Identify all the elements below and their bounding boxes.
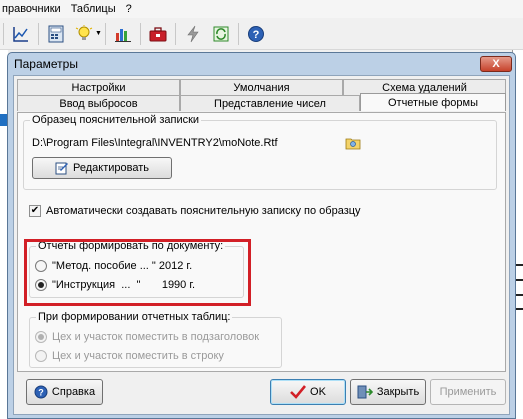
- menu-help[interactable]: ?: [124, 3, 134, 15]
- ok-button[interactable]: OK: [270, 379, 346, 405]
- toolbar: ▼ ?: [0, 18, 523, 50]
- toolbar-separator: [139, 22, 141, 45]
- bar-chart-icon[interactable]: [112, 23, 134, 45]
- auto-create-checkbox[interactable]: ✔: [29, 205, 41, 217]
- help-button-label: Справка: [51, 386, 96, 398]
- menu-directories[interactable]: правочники: [0, 3, 63, 15]
- tab-number-format[interactable]: Представление чисел: [180, 95, 360, 111]
- menu-tables[interactable]: Таблицы: [69, 3, 118, 15]
- svg-text:?: ?: [38, 388, 44, 398]
- checkmark-icon: [290, 385, 307, 399]
- chevron-down-icon[interactable]: ▼: [95, 30, 102, 37]
- close-icon[interactable]: X: [480, 56, 512, 72]
- tab-report-forms[interactable]: Отчетные формы: [360, 93, 506, 111]
- report-forms-panel: Образец пояснительной записки D:\Program…: [17, 112, 506, 372]
- auto-create-checkbox-row[interactable]: ✔ Автоматически создавать пояснительную …: [29, 205, 361, 217]
- toolbox-icon[interactable]: [147, 23, 169, 45]
- toolbar-separator: [104, 22, 106, 45]
- radio-subheader-label: Цех и участок поместить в подзаголовок: [52, 331, 260, 343]
- sample-note-group-title: Образец пояснительной записки: [30, 114, 202, 126]
- radio-row-placement-label: Цех и участок поместить в строку: [52, 350, 224, 362]
- tab-emissions-input[interactable]: Ввод выбросов: [17, 95, 180, 111]
- calculator-icon[interactable]: [45, 23, 67, 45]
- help-icon[interactable]: ?: [245, 23, 267, 45]
- svg-text:?: ?: [253, 29, 260, 41]
- tab-row-front: Ввод выбросов Представление чисел Отчетн…: [17, 93, 506, 111]
- sample-path-field[interactable]: D:\Program Files\Integral\INVENTRY2\moNo…: [30, 135, 360, 151]
- refresh-icon[interactable]: [210, 23, 232, 45]
- toolbar-separator: [237, 22, 239, 45]
- help-button[interactable]: ? Справка: [26, 379, 103, 405]
- menubar: правочники Таблицы ?: [0, 0, 523, 18]
- apply-button-label: Применить: [439, 386, 497, 398]
- edit-button-label: Редактировать: [73, 162, 149, 174]
- dialog-client: Настройки Умолчания Схема удалений Ввод …: [13, 75, 510, 415]
- chart-line-icon[interactable]: [10, 23, 32, 45]
- apply-button[interactable]: Применить: [430, 379, 506, 405]
- close-button-label: Закрыть: [376, 386, 420, 398]
- parameters-dialog: Параметры X Настройки Умолчания Схема уд…: [7, 52, 516, 419]
- highlight-frame: [24, 239, 251, 306]
- toolbar-separator: [174, 22, 176, 45]
- browse-folder-icon[interactable]: [345, 136, 361, 150]
- auto-create-label: Автоматически создавать пояснительную за…: [46, 205, 361, 217]
- exit-door-icon: [357, 385, 373, 399]
- radio-subheader[interactable]: [35, 331, 47, 343]
- background-mark: [515, 279, 523, 281]
- edit-button[interactable]: Редактировать: [32, 157, 172, 179]
- lightning-icon[interactable]: [182, 23, 204, 45]
- report-tables-group: При формировании отчетных таблиц: Цех и …: [29, 311, 282, 368]
- radio-row-placement-row[interactable]: Цех и участок поместить в строку: [35, 350, 224, 362]
- toolbar-separator: [38, 22, 39, 45]
- close-button[interactable]: Закрыть: [350, 379, 426, 405]
- edit-icon: [55, 162, 68, 175]
- background-mark: [515, 308, 523, 310]
- help-icon: ?: [34, 385, 48, 399]
- ok-button-label: OK: [310, 386, 326, 398]
- background-mark: [515, 294, 523, 296]
- lightbulb-icon[interactable]: [73, 23, 95, 45]
- radio-row-placement[interactable]: [35, 350, 47, 362]
- dialog-title: Параметры: [14, 57, 78, 71]
- toolbar-separator: [3, 22, 4, 45]
- report-tables-group-title: При формировании отчетных таблиц:: [36, 311, 233, 323]
- radio-subheader-row[interactable]: Цех и участок поместить в подзаголовок: [35, 331, 259, 343]
- dialog-titlebar[interactable]: Параметры: [8, 53, 515, 75]
- sample-note-group: Образец пояснительной записки D:\Program…: [23, 114, 497, 190]
- background-mark: [515, 264, 523, 266]
- tab-defaults[interactable]: Умолчания: [180, 79, 343, 95]
- tab-settings[interactable]: Настройки: [17, 79, 180, 95]
